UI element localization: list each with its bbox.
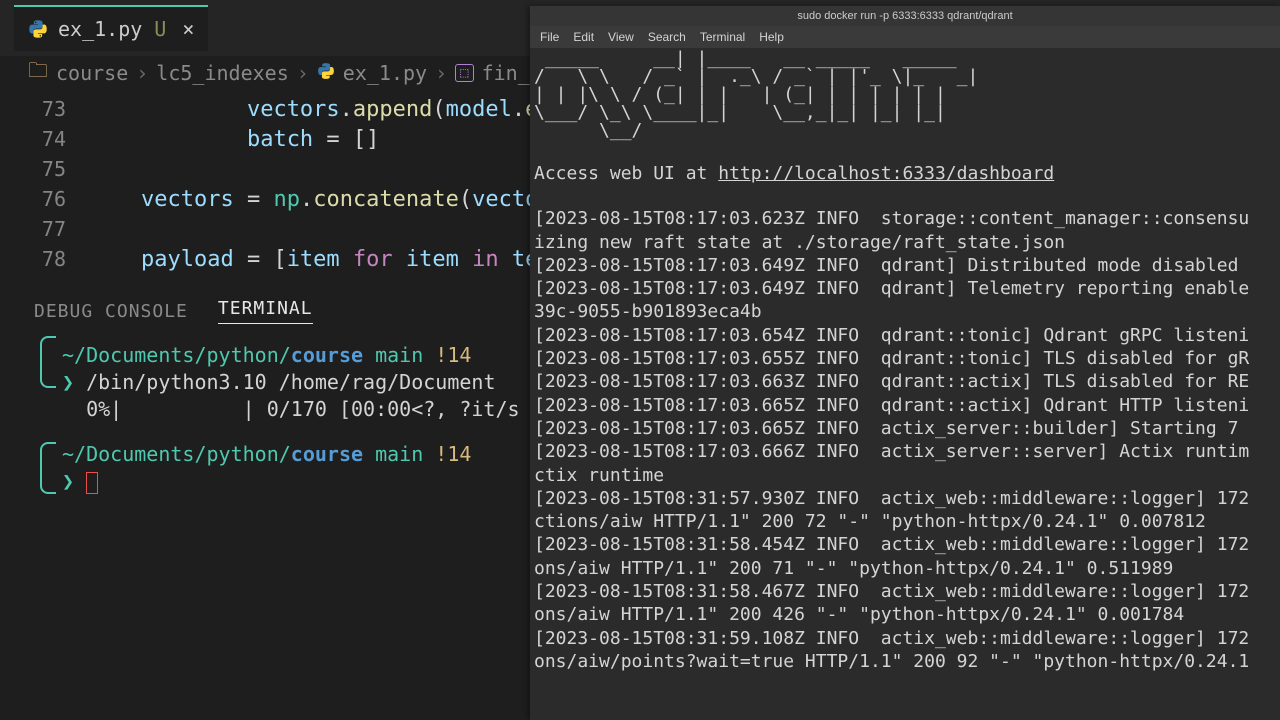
external-terminal-window: sudo docker run -p 6333:6333 qdrant/qdra… <box>530 6 1280 720</box>
breadcrumb-part[interactable]: lc5_indexes <box>156 61 288 85</box>
log-line: ons/aiw HTTP/1.1" 200 426 "-" "python-ht… <box>534 603 1280 626</box>
log-line: ctions/aiw HTTP/1.1" 200 72 "-" "python-… <box>534 510 1280 533</box>
line-number: 73 <box>0 97 88 121</box>
terminal-output[interactable]: _____ __| |____ __ _____ _____ / \ \ / _… <box>530 48 1280 720</box>
log-line: [2023-08-15T08:17:03.665Z INFO actix_ser… <box>534 417 1280 440</box>
breadcrumb-part[interactable]: course <box>56 61 128 85</box>
python-icon <box>28 19 48 39</box>
ascii-logo: _____ __| |____ __ _____ _____ / \ \ / _… <box>534 50 1280 140</box>
line-number: 74 <box>0 127 88 151</box>
line-number: 75 <box>0 157 88 181</box>
tab-debug-console[interactable]: DEBUG CONSOLE <box>34 301 188 322</box>
log-line: ons/aiw/points?wait=true HTTP/1.1" 200 9… <box>534 650 1280 673</box>
prompt-decoration <box>40 442 56 494</box>
chevron-right-icon: › <box>136 61 148 85</box>
python-icon <box>317 61 335 85</box>
log-line: [2023-08-15T08:17:03.649Z INFO qdrant] T… <box>534 277 1280 300</box>
log-line: [2023-08-15T08:17:03.623Z INFO storage::… <box>534 207 1280 230</box>
log-line: [2023-08-15T08:17:03.666Z INFO actix_ser… <box>534 440 1280 463</box>
menu-file[interactable]: File <box>540 30 559 44</box>
tab-filename: ex_1.py <box>58 17 142 41</box>
log-line: [2023-08-15T08:17:03.665Z INFO qdrant::a… <box>534 394 1280 417</box>
menu-help[interactable]: Help <box>759 30 784 44</box>
dashboard-link[interactable]: http://localhost:6333/dashboard <box>718 163 1054 184</box>
menu-view[interactable]: View <box>608 30 634 44</box>
log-line: [2023-08-15T08:31:57.930Z INFO actix_web… <box>534 487 1280 510</box>
log-line: [2023-08-15T08:17:03.654Z INFO qdrant::t… <box>534 324 1280 347</box>
chevron-right-icon: › <box>435 61 447 85</box>
log-line: ctix runtime <box>534 464 1280 487</box>
tab-terminal[interactable]: TERMINAL <box>218 298 313 324</box>
window-title: sudo docker run -p 6333:6333 qdrant/qdra… <box>530 6 1280 26</box>
log-line: [2023-08-15T08:31:58.454Z INFO actix_web… <box>534 533 1280 556</box>
close-icon[interactable]: × <box>182 17 194 41</box>
symbol-icon: ⬚ <box>455 64 473 82</box>
log-line: [2023-08-15T08:17:03.649Z INFO qdrant] D… <box>534 254 1280 277</box>
log-line: [2023-08-15T08:17:03.655Z INFO qdrant::t… <box>534 347 1280 370</box>
cursor <box>86 472 98 494</box>
breadcrumb-part[interactable]: ex_1.py <box>343 61 427 85</box>
line-number: 76 <box>0 187 88 211</box>
chevron-right-icon: › <box>297 61 309 85</box>
log-line: [2023-08-15T08:31:59.108Z INFO actix_web… <box>534 627 1280 650</box>
menu-search[interactable]: Search <box>648 30 686 44</box>
log-line: izing new raft state at ./storage/raft_s… <box>534 231 1280 254</box>
folder-icon: 🗀 <box>28 56 48 90</box>
line-number: 77 <box>0 217 88 241</box>
log-line: ons/aiw HTTP/1.1" 200 71 "-" "python-htt… <box>534 557 1280 580</box>
editor-tab[interactable]: ex_1.py U × <box>14 5 208 51</box>
prompt-decoration <box>40 336 56 388</box>
menu-bar: File Edit View Search Terminal Help <box>530 26 1280 48</box>
log-line: [2023-08-15T08:17:03.663Z INFO qdrant::a… <box>534 370 1280 393</box>
menu-edit[interactable]: Edit <box>573 30 594 44</box>
log-line: 39c-9055-b901893eca4b <box>534 300 1280 323</box>
menu-terminal[interactable]: Terminal <box>700 30 745 44</box>
log-line: [2023-08-15T08:31:58.467Z INFO actix_web… <box>534 580 1280 603</box>
line-number: 78 <box>0 247 88 271</box>
tab-modified: U <box>154 17 166 41</box>
